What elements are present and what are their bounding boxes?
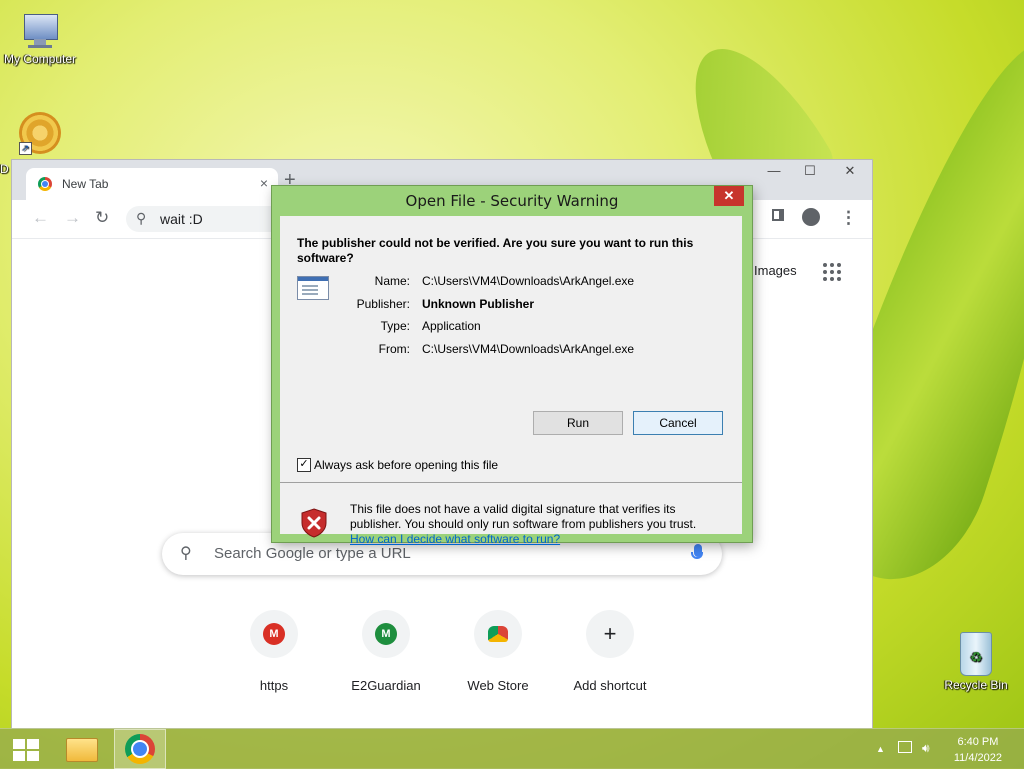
shortcut-web-store[interactable]: Web Store <box>442 610 554 693</box>
volume-icon[interactable]: 🔊︎ <box>922 741 930 756</box>
start-button[interactable] <box>2 729 48 769</box>
shortcut-add[interactable]: + Add shortcut <box>554 610 666 693</box>
minimize-button[interactable]: — <box>756 160 792 182</box>
tab-close-icon[interactable]: × <box>260 175 268 191</box>
m-logo-icon: M <box>263 623 285 645</box>
divider <box>280 482 742 483</box>
images-link[interactable]: Images <box>754 263 797 278</box>
shield-error-icon <box>301 508 327 538</box>
window-close-button[interactable]: ✕ <box>828 160 872 182</box>
help-link[interactable]: How can I decide what software to run? <box>350 532 560 546</box>
field-label-type: Type: <box>380 319 410 333</box>
network-icon[interactable] <box>898 741 912 753</box>
tray-expand-icon[interactable]: ▲ <box>876 744 885 754</box>
microphone-icon[interactable] <box>691 544 703 559</box>
search-icon: ⚲ <box>136 210 147 226</box>
mandala-icon: ↗ <box>19 112 61 155</box>
recycle-bin-icon: ♻ <box>960 632 992 676</box>
shortcut-label: Web Store <box>467 678 529 693</box>
back-arrow-icon[interactable]: ← <box>32 208 49 228</box>
clock-time: 6:40 PM <box>957 736 999 748</box>
dialog-body: The publisher could not be verified. Are… <box>280 216 742 546</box>
desktop-icon-recycle-bin[interactable]: ♻ Recycle Bin <box>934 632 1018 692</box>
always-ask-label[interactable]: Always ask before opening this file <box>314 458 498 472</box>
dialog-question: The publisher could not be verified. Are… <box>297 236 694 265</box>
plus-icon: + <box>603 621 617 646</box>
shortcut-label: https <box>259 678 289 693</box>
forward-arrow-icon[interactable]: → <box>64 208 81 228</box>
taskbar: ▲ 🔊︎ 6:40 PM 11/4/2022 <box>0 728 1024 769</box>
folder-icon <box>66 738 98 762</box>
field-value-type: Application <box>422 319 481 333</box>
field-value-name: C:\Users\VM4\Downloads\ArkAngel.exe <box>422 274 635 288</box>
field-value-from: C:\Users\VM4\Downloads\ArkAngel.exe <box>422 342 635 356</box>
warning-text: This file does not have a valid digital … <box>350 502 697 531</box>
tab-new-tab[interactable]: New Tab × <box>26 168 278 200</box>
tab-title: New Tab <box>62 177 109 191</box>
dialog-title: Open File - Security Warning <box>405 192 619 210</box>
apps-grid-icon[interactable] <box>823 263 841 281</box>
address-bar-text: wait :D <box>160 211 203 227</box>
desktop-icon-label: Recycle Bin <box>944 678 1008 692</box>
field-label-name: Name: <box>374 274 410 288</box>
desktop-icon-my-computer[interactable]: My Computer <box>0 12 82 66</box>
shortcut-e2guardian[interactable]: M E2Guardian <box>330 610 442 693</box>
desktop-icon-label: My Computer <box>3 52 77 66</box>
desktop-icon-shortcut[interactable]: ↗ D <box>0 112 82 176</box>
field-label-publisher: Publisher: <box>356 297 410 311</box>
windows-logo-icon <box>13 739 39 761</box>
field-label-from: From: <box>378 342 410 356</box>
dialog-close-button[interactable]: ✕ <box>714 186 744 206</box>
desktop-icon-label: D <box>0 162 9 176</box>
shortcut-label: Add shortcut <box>573 678 647 693</box>
run-button[interactable]: Run <box>533 411 623 435</box>
system-clock[interactable]: 6:40 PM 11/4/2022 <box>954 734 1002 766</box>
shortcut-label: E2Guardian <box>351 678 421 693</box>
chrome-favicon-icon <box>38 177 52 191</box>
search-placeholder: Search Google or type a URL <box>214 545 411 562</box>
shortcut-https[interactable]: M https <box>218 610 330 693</box>
cancel-button[interactable]: Cancel <box>633 411 723 435</box>
menu-kebab-icon[interactable]: ⋮ <box>840 208 857 228</box>
computer-icon <box>20 12 60 50</box>
maximize-button[interactable]: ☐ <box>792 160 828 182</box>
security-warning-dialog: Open File - Security Warning ✕ The publi… <box>272 186 752 546</box>
file-explorer-taskbar-button[interactable] <box>58 729 104 769</box>
clock-date: 11/4/2022 <box>953 752 1002 764</box>
field-value-publisher: Unknown Publisher <box>422 297 535 311</box>
profile-avatar-icon[interactable] <box>802 208 820 226</box>
m-logo-icon: M <box>375 623 397 645</box>
search-icon: ⚲ <box>180 545 192 562</box>
web-store-icon <box>488 626 508 642</box>
reload-icon[interactable]: ↻ <box>95 208 109 228</box>
chrome-icon <box>125 734 155 764</box>
shortcut-arrow-icon: ↗ <box>19 142 32 155</box>
always-ask-checkbox[interactable]: ✓ <box>297 458 311 472</box>
chrome-taskbar-button[interactable] <box>114 729 166 769</box>
side-panel-icon[interactable] <box>772 209 784 221</box>
